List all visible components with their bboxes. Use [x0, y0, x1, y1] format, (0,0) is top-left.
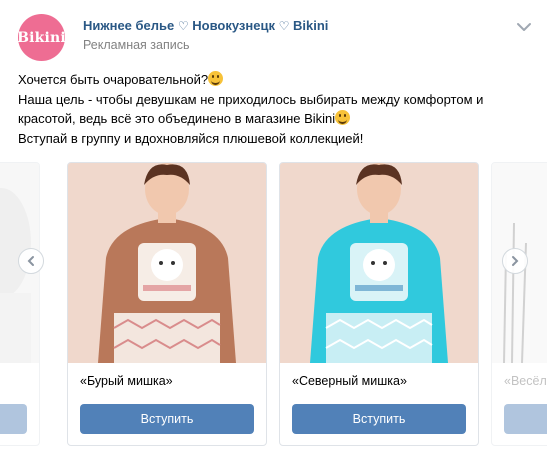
carousel-card[interactable]: «Северный мишка» Вступить: [279, 162, 479, 446]
emoji-grin: [208, 71, 224, 86]
post-text-line: Вступай в группу и вдохновляйся плюшевой…: [18, 130, 364, 146]
join-button[interactable]: Вступить: [292, 404, 466, 434]
group-name-part: Нижнее белье: [83, 18, 175, 33]
carousel-card[interactable]: «Весёл: [491, 162, 547, 446]
avatar[interactable]: Bikini: [17, 14, 66, 61]
carousel-card[interactable]: [0, 162, 40, 446]
chevron-left-icon: [27, 256, 34, 266]
carousel-prev-button[interactable]: [18, 248, 44, 274]
post-text-line: красотой, ведь всё это объединено в мага…: [18, 109, 538, 129]
post-text-line: Наша цель - чтобы девушкам не приходилос…: [18, 91, 484, 107]
group-name-part: Bikini: [293, 18, 329, 33]
group-name-link[interactable]: Нижнее белье ♡ Новокузнецк ♡ Bikini: [83, 18, 328, 33]
post-header: Bikini Нижнее белье ♡ Новокузнецк ♡ Biki…: [17, 14, 533, 61]
join-button[interactable]: [0, 404, 27, 434]
carousel-next-button[interactable]: [502, 248, 528, 274]
post-text: Хочется быть очаровательной? Наша цель -…: [18, 70, 538, 148]
card-caption: «Бурый мишка»: [80, 374, 173, 388]
chevron-right-icon: [512, 256, 519, 266]
heart-icon: ♡: [278, 19, 290, 33]
ad-label: Рекламная запись: [83, 38, 190, 52]
product-image: [280, 163, 478, 363]
emoji-wink: [335, 110, 351, 125]
card-caption: «Северный мишка»: [292, 374, 407, 388]
card-caption: «Весёл: [504, 374, 547, 388]
post-text-line: Хочется быть очаровательной?: [18, 70, 538, 90]
carousel-card[interactable]: «Бурый мишка» Вступить: [67, 162, 267, 446]
chevron-down-icon[interactable]: [515, 20, 533, 34]
join-button[interactable]: Вступить: [80, 404, 254, 434]
group-name-part: Новокузнецк: [192, 18, 275, 33]
product-image: [68, 163, 266, 363]
product-carousel[interactable]: «Бурый мишка» Вступить «Северный мишка»: [0, 162, 547, 450]
avatar-logo-text: Bikini: [17, 29, 66, 46]
heart-icon: ♡: [177, 19, 189, 33]
join-button[interactable]: [504, 404, 547, 434]
